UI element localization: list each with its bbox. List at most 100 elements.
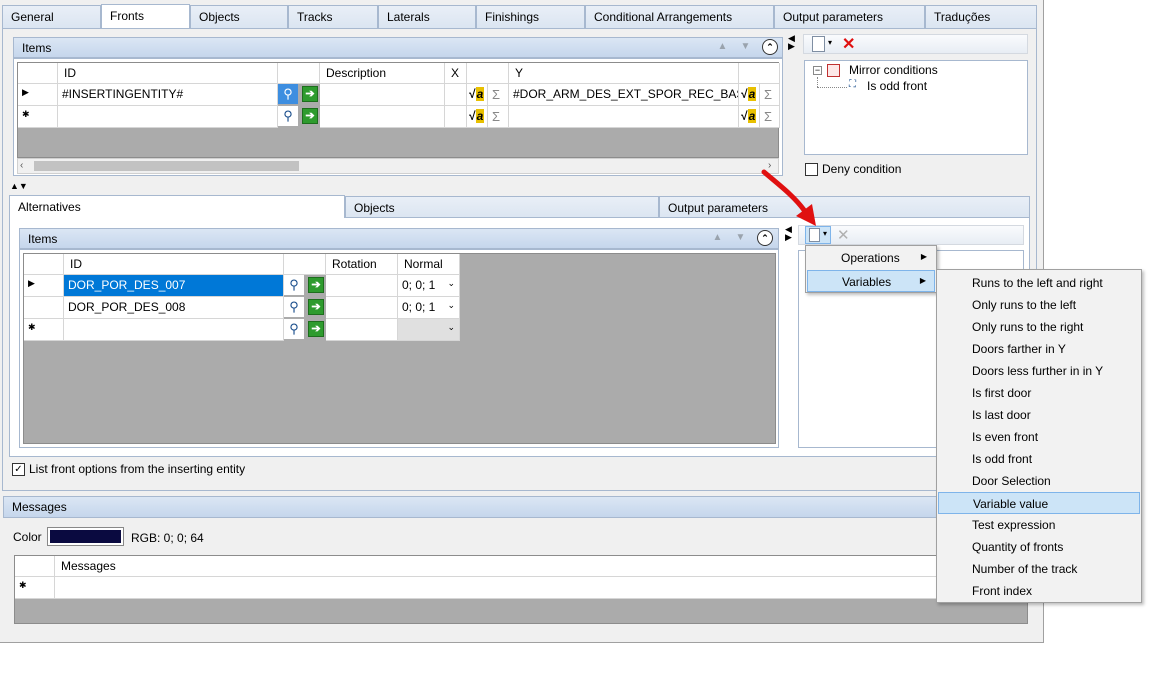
go-arrow-icon[interactable]: ➔ [308,277,324,293]
table-cell-description[interactable] [320,84,445,106]
menu-item-front-index[interactable]: Front index [938,580,1140,602]
items-header: Items [13,37,783,58]
col-normal[interactable]: Normal [398,254,460,275]
move-down-icon[interactable]: ▼ [732,230,749,245]
list-front-options-checkbox[interactable]: ✓ [12,463,25,476]
table-cell-id[interactable] [58,106,278,128]
menu-item-quantity-of-fronts[interactable]: Quantity of fronts [938,536,1140,558]
normal-select[interactable]: 0; 0; 1 ⌄ [398,297,460,319]
table-cell-id[interactable]: DOR_POR_DES_007 [64,275,284,297]
table-cell-id[interactable] [64,319,284,341]
tab-fronts[interactable]: Fronts [101,4,190,28]
formula-icon[interactable]: √a [467,84,488,106]
table-cell-id[interactable]: #INSERTINGENTITY# [58,84,278,106]
col-description[interactable]: Description [320,63,445,84]
menu-item-variables[interactable]: Variables ▶ [807,270,935,292]
menu-item-doors-farther-y[interactable]: Doors farther in Y [938,338,1140,360]
binoculars-icon[interactable]: ⚲ [284,275,304,295]
binoculars-icon[interactable]: ⚲ [278,84,298,104]
tab-label: Objects [199,10,240,24]
col-rotation[interactable]: Rotation [326,254,398,275]
menu-item-doors-less-further-y[interactable]: Doors less further in in Y [938,360,1140,382]
col-messages[interactable]: Messages [55,556,1027,577]
table-cell-x[interactable] [445,84,467,106]
delete-icon[interactable]: ✕ [842,34,855,54]
menu-item-operations[interactable]: Operations ▶ [807,247,935,269]
normal-select[interactable]: 0; 0; 1 ⌄ [398,275,460,297]
chevron-down-icon[interactable]: ⌄ [447,322,455,333]
table-cell-rotation[interactable] [326,319,398,341]
subtab-alternatives[interactable]: Alternatives [9,195,345,218]
sum-icon[interactable]: Σ [488,106,509,128]
tree-line [817,77,818,87]
subtab-output-parameters[interactable]: Output parameters [659,196,1030,218]
binoculars-icon[interactable]: ⚲ [278,106,298,126]
menu-item-is-last-door[interactable]: Is last door [938,404,1140,426]
table-cell-x[interactable] [445,106,467,128]
go-arrow-icon[interactable]: ➔ [308,299,324,315]
new-condition-icon[interactable] [812,36,825,52]
horizontal-scrollbar[interactable]: ‹ › [17,158,779,174]
formula-icon[interactable]: √a [467,106,488,128]
chevron-down-icon[interactable]: ⌄ [447,278,455,289]
tree-node-mirror-conditions[interactable]: Mirror conditions [849,63,938,77]
binoculars-icon[interactable]: ⚲ [284,319,304,339]
col-x[interactable]: X [445,63,467,84]
table-cell-message[interactable] [55,577,1027,599]
chevron-down-icon[interactable]: ⌄ [447,300,455,311]
menu-item-runs-left-right[interactable]: Runs to the left and right [938,272,1140,294]
go-arrow-icon[interactable]: ➔ [302,108,318,124]
splitter-arrows-icon[interactable]: ▲▼ [10,181,28,191]
tree-node-is-odd-front[interactable]: Is odd front [867,79,927,93]
sum-icon[interactable]: Σ [488,84,509,106]
color-swatch[interactable] [47,527,124,546]
go-arrow-icon[interactable]: ➔ [308,321,324,337]
tree-collapse-icon[interactable]: − [813,66,822,75]
col-y[interactable]: Y [509,63,739,84]
formula-icon[interactable]: √a [739,84,760,106]
col-id[interactable]: ID [64,254,284,275]
move-up-icon[interactable]: ▲ [714,39,731,54]
go-arrow-icon[interactable]: ➔ [302,86,318,102]
menu-item-only-runs-right[interactable]: Only runs to the right [938,316,1140,338]
tab-traducoes[interactable]: Traduções [925,5,1037,28]
menu-item-is-first-door[interactable]: Is first door [938,382,1140,404]
subtab-objects[interactable]: Objects [345,196,659,218]
tab-finishings[interactable]: Finishings [476,5,585,28]
tab-conditional-arrangements[interactable]: Conditional Arrangements [585,5,774,28]
tab-general[interactable]: General [2,5,101,28]
menu-item-door-selection[interactable]: Door Selection [938,470,1140,492]
menu-item-variable-value[interactable]: Variable value [938,492,1140,514]
tab-laterals[interactable]: Laterals [378,5,476,28]
collapse-icon[interactable]: ⌃ [757,230,773,246]
move-down-icon[interactable]: ▼ [737,39,754,54]
scroll-thumb[interactable] [34,161,299,171]
tab-output-parameters[interactable]: Output parameters [774,5,925,28]
sum-icon[interactable]: Σ [760,84,780,106]
table-cell-rotation[interactable] [326,297,398,319]
tab-tracks[interactable]: Tracks [288,5,378,28]
table-cell-id[interactable]: DOR_POR_DES_008 [64,297,284,319]
chevron-down-icon[interactable]: ▾ [828,38,832,47]
col-id[interactable]: ID [58,63,278,84]
tab-objects[interactable]: Objects [190,5,288,28]
menu-item-number-of-track[interactable]: Number of the track [938,558,1140,580]
label-text: Deny condition [822,162,902,176]
menu-item-is-even-front[interactable]: Is even front [938,426,1140,448]
table-cell-rotation[interactable] [326,275,398,297]
sum-icon[interactable]: Σ [760,106,780,128]
menu-item-is-odd-front[interactable]: Is odd front [938,448,1140,470]
menu-item-test-expression[interactable]: Test expression [938,514,1140,536]
menu-item-only-runs-left[interactable]: Only runs to the left [938,294,1140,316]
binoculars-icon[interactable]: ⚲ [284,297,304,317]
collapse-icon[interactable]: ⌃ [762,39,778,55]
move-up-icon[interactable]: ▲ [709,230,726,245]
table-cell-y[interactable] [509,106,739,128]
scroll-left-icon[interactable]: ‹ [20,160,23,171]
delete-icon[interactable]: ✕ [837,226,850,244]
table-cell-description[interactable] [320,106,445,128]
table-cell-y[interactable]: #DOR_ARM_DES_EXT_SPOR_REC_BAS#-5 [509,84,739,106]
normal-select[interactable]: ⌄ [398,319,460,341]
formula-icon[interactable]: √a [739,106,760,128]
conditions-tree: − Mirror conditions ⛶ Is odd front [804,60,1028,155]
